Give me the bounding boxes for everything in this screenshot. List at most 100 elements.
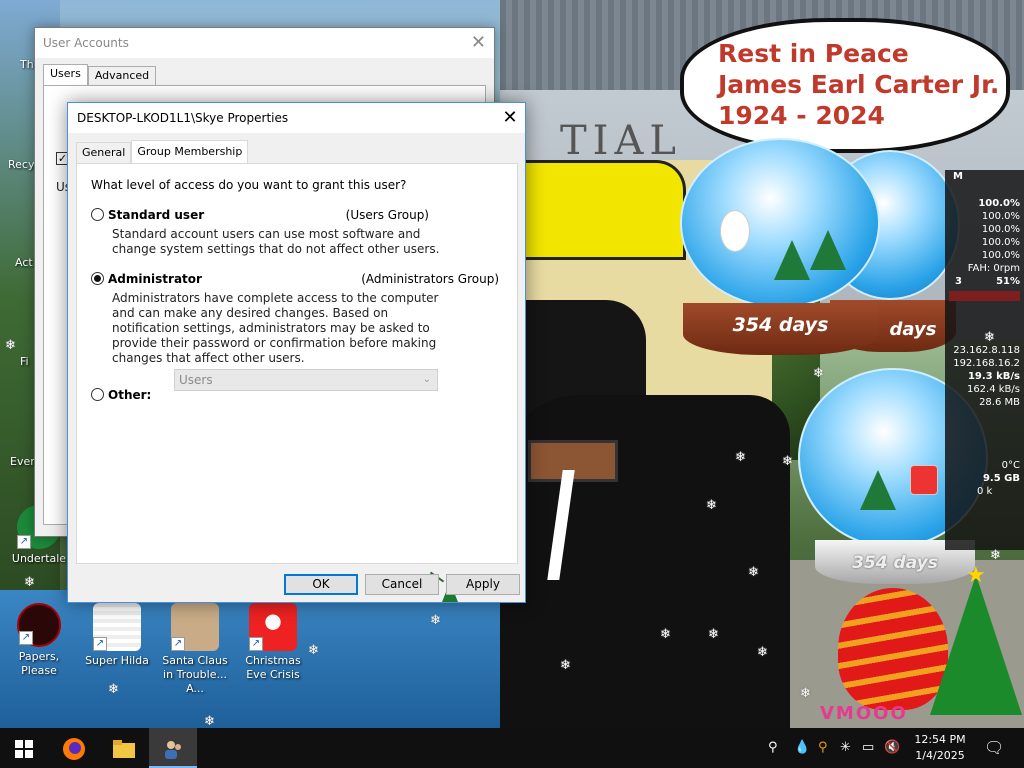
administrator-group: (Administrators Group) xyxy=(361,272,499,286)
santa-icon xyxy=(910,465,938,495)
user-accounts-tabs: Users Advanced xyxy=(43,64,157,85)
monitor-net: 23.162.8.118 xyxy=(953,345,1020,356)
papers-please-icon: ↗ xyxy=(17,603,61,647)
star-icon: ★ xyxy=(966,563,986,588)
rip-line-1: Rest in Peace xyxy=(718,39,909,68)
network-icon[interactable]: ▭ xyxy=(862,728,874,768)
desktop-icon-label: Super Hilda xyxy=(85,654,149,667)
monitor-net: 162.4 kB/s xyxy=(966,384,1020,395)
snowflake-icon: ❄ xyxy=(800,686,811,701)
other-group-select[interactable]: Users ⌄ xyxy=(174,369,438,391)
monitor-row: M xyxy=(953,171,963,182)
people-icon[interactable]: ⚲ xyxy=(768,728,778,768)
tab-general[interactable]: General xyxy=(76,142,132,163)
droplet-icon[interactable]: 💧 xyxy=(794,728,810,768)
desktop-icon-edge[interactable]: Ever xyxy=(10,455,35,468)
tab-advanced[interactable]: Advanced xyxy=(87,66,157,85)
character-hat xyxy=(526,160,686,260)
shortcut-arrow-icon: ↗ xyxy=(19,631,33,645)
snowflake-icon: ❄ xyxy=(660,627,671,642)
standard-user-radio[interactable] xyxy=(91,208,104,221)
christmas-tree-icon xyxy=(930,575,1022,715)
desktop-icon-edge[interactable]: Fi xyxy=(20,355,29,368)
snowflake-icon: ❄ xyxy=(990,548,1001,563)
tab-users[interactable]: Users xyxy=(43,64,88,85)
monitor-weather: 9.5 GB xyxy=(982,473,1020,484)
tree-icon xyxy=(774,240,810,280)
desktop-icon-super-hilda[interactable]: ↗ Super Hilda xyxy=(79,603,155,668)
firefox-icon xyxy=(63,737,85,760)
user-accounts-title: User Accounts xyxy=(35,28,494,58)
snowflake-icon: ❄ xyxy=(984,330,995,345)
file-explorer-button[interactable] xyxy=(100,728,148,768)
rip-line-3: 1924 - 2024 xyxy=(718,101,885,130)
snowflake-icon: ❄ xyxy=(782,454,793,469)
snowflake-icon: ❄ xyxy=(108,682,119,697)
desktop-icon-santa-claus-in-trouble[interactable]: ↗ Santa Claus in Trouble... A... xyxy=(157,603,233,696)
monitor-net: 19.3 kB/s xyxy=(967,371,1020,382)
desktop-icon-label: Christmas Eve Crisis xyxy=(245,654,301,681)
windows-icon xyxy=(15,739,33,758)
monitor-net: 192.168.16.2 xyxy=(953,358,1020,369)
snowflake-tray-icon[interactable]: ✳ xyxy=(840,728,851,768)
taskbar: ⚲ 💧 ⚲ ✳ ▭ 🔇 12:54 PM 1/4/2025 🗨 xyxy=(0,728,1024,768)
monitor-row: 100.0% xyxy=(978,198,1020,209)
monitor-net: 28.6 MB xyxy=(979,397,1020,408)
snowflake-icon: ❄ xyxy=(430,613,441,628)
desktop-icon-christmas-eve-crisis[interactable]: ↗ Christmas Eve Crisis xyxy=(235,603,311,682)
administrator-label: Administrator xyxy=(108,272,202,286)
desktop-icon-label: Undertale xyxy=(11,552,67,565)
cancel-button[interactable]: Cancel xyxy=(365,574,439,595)
tab-group-membership[interactable]: Group Membership xyxy=(131,140,249,163)
close-icon[interactable]: ✕ xyxy=(471,32,486,53)
shortcut-arrow-icon: ↗ xyxy=(249,637,263,651)
snowflake-icon: ❄ xyxy=(5,338,16,353)
search-tray-icon[interactable]: ⚲ xyxy=(818,728,828,768)
start-button[interactable] xyxy=(0,728,48,768)
clock-time: 12:54 PM xyxy=(914,733,966,746)
tree-icon xyxy=(810,230,846,270)
globe-1-days: 354 days xyxy=(732,314,829,336)
monitor-percent: 51% xyxy=(996,276,1020,287)
folder-icon xyxy=(113,739,135,758)
desktop-icon-edge[interactable]: Th xyxy=(20,58,34,71)
other-group-value: Users xyxy=(179,373,213,387)
snowflake-icon: ❄ xyxy=(706,498,717,513)
dialog-title: DESKTOP-LKOD1L1\Skye Properties xyxy=(68,103,525,133)
option-other[interactable]: Other: xyxy=(91,388,181,404)
apply-button[interactable]: Apply xyxy=(446,574,520,595)
firefox-button[interactable] xyxy=(50,728,98,768)
snowflake-icon: ❄ xyxy=(204,714,215,729)
other-label: Other: xyxy=(108,388,152,402)
monitor-row: 3 51% xyxy=(945,275,1024,288)
tree-icon xyxy=(860,470,896,510)
other-radio[interactable] xyxy=(91,388,104,401)
desktop-icon-edge[interactable]: Recy xyxy=(8,158,34,171)
taskbar-clock[interactable]: 12:54 PM 1/4/2025 xyxy=(910,732,970,764)
snowman-icon xyxy=(720,210,750,252)
administrator-radio[interactable] xyxy=(91,272,104,285)
user-accounts-taskbar-button[interactable] xyxy=(149,728,197,768)
monitor-row: 100.0% xyxy=(981,237,1020,248)
snow-globe-1[interactable] xyxy=(680,138,880,308)
monitor-row: 100.0% xyxy=(981,250,1020,261)
globe-3-days: 354 days xyxy=(852,553,938,573)
standard-user-description: Standard account users can use most soft… xyxy=(112,227,440,256)
desktop-icon-papers-please[interactable]: ↗ Papers, Please xyxy=(1,603,77,678)
christmas-eve-crisis-icon: ↗ xyxy=(249,603,297,651)
snowflake-icon: ❄ xyxy=(757,645,768,660)
close-icon[interactable]: ✕ xyxy=(495,103,525,133)
monitor-bar xyxy=(949,291,1020,301)
rip-line-2: James Earl Carter Jr. xyxy=(718,70,1000,99)
option-administrator[interactable]: Administrator (Administrators Group) xyxy=(91,272,511,288)
monitor-prefix: 3 xyxy=(955,276,962,287)
monitor-row: 100.0% xyxy=(981,211,1020,222)
shortcut-arrow-icon: ↗ xyxy=(17,535,31,549)
ok-button[interactable]: OK xyxy=(284,574,358,595)
super-hilda-icon: ↗ xyxy=(93,603,141,651)
notifications-icon[interactable]: 🗨 xyxy=(984,728,1004,768)
option-standard-user[interactable]: Standard user (Users Group) xyxy=(91,208,511,224)
volume-muted-icon[interactable]: 🔇 xyxy=(884,728,900,768)
desktop-icon-edge[interactable]: Act xyxy=(15,256,33,269)
user-properties-dialog: DESKTOP-LKOD1L1\Skye Properties ✕ Genera… xyxy=(67,102,526,603)
